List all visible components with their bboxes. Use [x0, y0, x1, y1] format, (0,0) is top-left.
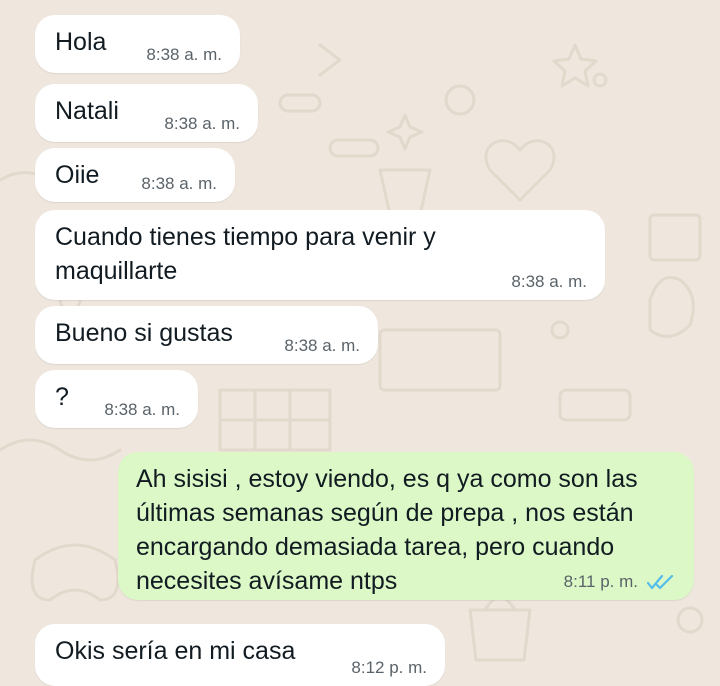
message-incoming[interactable]: Okis sería en mi casa 8:12 p. m. [35, 624, 445, 686]
message-meta: 8:38 a. m. [141, 174, 217, 194]
message-text: Oiie [55, 161, 100, 189]
message-time: 8:38 a. m. [164, 114, 240, 133]
message-text: Hola [55, 28, 107, 56]
message-meta: 8:12 p. m. [351, 658, 427, 678]
message-time: 8:38 a. m. [141, 174, 217, 193]
message-incoming[interactable]: Cuando tienes tiempo para venir y maquil… [35, 210, 605, 300]
message-incoming[interactable]: Natali 8:38 a. m. [35, 84, 258, 142]
message-outgoing[interactable]: Ah sisisi , estoy viendo, es q ya como s… [118, 452, 694, 600]
message-time: 8:38 a. m. [146, 45, 222, 64]
message-text: Bueno si gustas [55, 319, 233, 347]
message-incoming[interactable]: Bueno si gustas 8:38 a. m. [35, 306, 378, 364]
message-time: 8:38 a. m. [104, 400, 180, 419]
message-text: Cuando tienes tiempo para venir y maquil… [55, 223, 443, 285]
message-meta: 8:38 a. m. [146, 45, 222, 65]
message-text: ? [55, 383, 69, 411]
double-check-read-icon [646, 574, 674, 590]
message-meta: 8:38 a. m. [104, 400, 180, 420]
message-text: Okis sería en mi casa [55, 637, 296, 665]
message-time: 8:11 p. m. [563, 572, 638, 591]
message-incoming[interactable]: Hola 8:38 a. m. [35, 15, 240, 73]
message-meta: 8:38 a. m. [511, 272, 587, 292]
message-meta: 8:38 a. m. [164, 114, 240, 134]
message-meta: 8:38 a. m. [284, 336, 360, 356]
message-time: 8:38 a. m. [511, 272, 587, 291]
message-time: 8:38 a. m. [284, 336, 360, 355]
message-time: 8:12 p. m. [351, 658, 427, 677]
message-incoming[interactable]: Oiie 8:38 a. m. [35, 148, 235, 202]
message-incoming[interactable]: ? 8:38 a. m. [35, 370, 198, 428]
chat-conversation: Hola 8:38 a. m. Natali 8:38 a. m. Oiie 8… [0, 0, 720, 686]
message-meta: 8:11 p. m. [564, 572, 676, 592]
message-text: Natali [55, 97, 119, 125]
